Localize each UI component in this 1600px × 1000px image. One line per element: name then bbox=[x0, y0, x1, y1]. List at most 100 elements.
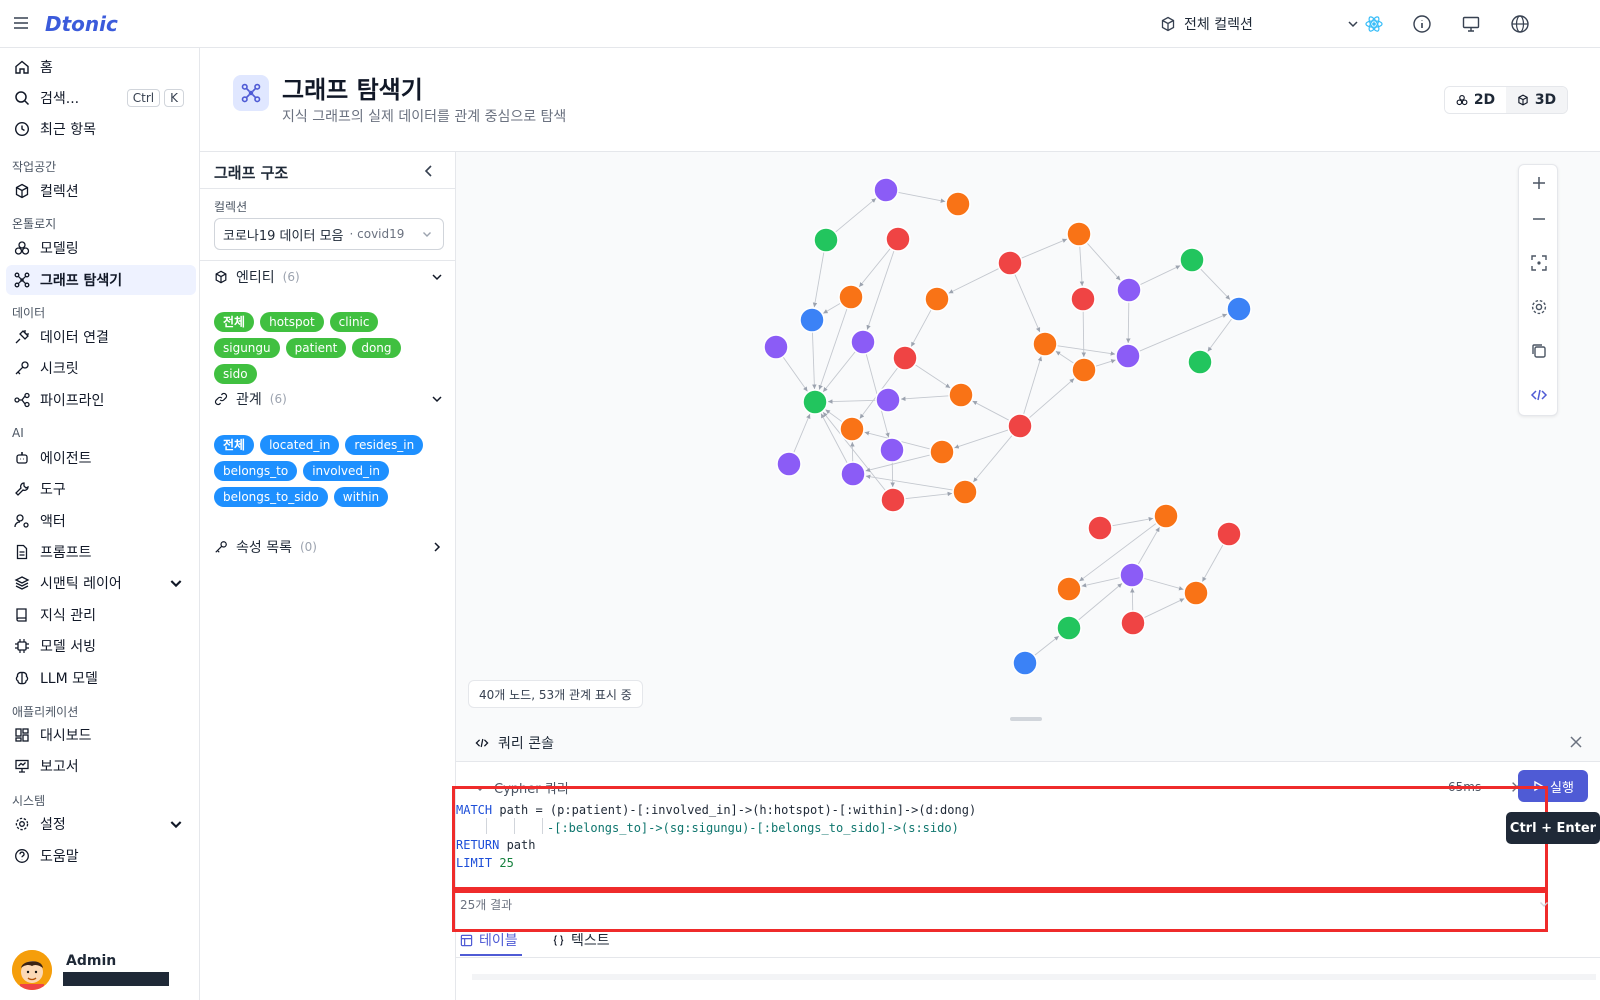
graph-node[interactable] bbox=[839, 416, 865, 442]
graph-node[interactable] bbox=[813, 227, 839, 253]
globe-icon[interactable] bbox=[1510, 14, 1530, 34]
sidebar-item-data-connection[interactable]: 데이터 연결 bbox=[6, 322, 196, 352]
sidebar-item-search[interactable]: 검색... Ctrl K bbox=[6, 83, 196, 113]
graph-edge[interactable] bbox=[910, 309, 932, 347]
graph-edge[interactable] bbox=[972, 400, 1010, 421]
graph-edge[interactable] bbox=[1126, 301, 1131, 344]
sidebar-item-home[interactable]: 홈 bbox=[6, 52, 196, 82]
collection-dropdown[interactable]: 코로나19 데이터 모음 · covid19 bbox=[214, 218, 444, 250]
sidebar-item-graph-explorer[interactable]: 그래프 탐색기 bbox=[6, 265, 196, 295]
relation-chip-involved-in[interactable]: involved_in bbox=[303, 461, 389, 481]
sidebar-item-tool[interactable]: 도구 bbox=[6, 474, 196, 504]
graph-edge[interactable] bbox=[1055, 350, 1075, 364]
graph-node[interactable] bbox=[1012, 650, 1038, 676]
relation-chip-resides-in[interactable]: resides_in bbox=[345, 435, 424, 455]
menu-icon[interactable] bbox=[12, 14, 30, 32]
graph-node[interactable] bbox=[1007, 413, 1033, 439]
graph-node[interactable] bbox=[1066, 221, 1092, 247]
tab-table[interactable]: 테이블 bbox=[460, 930, 518, 950]
graph-node[interactable] bbox=[948, 382, 974, 408]
sidebar-item-llm-model[interactable]: LLM 모델 bbox=[6, 663, 196, 693]
sidebar-item-knowledge[interactable]: 지식 관리 bbox=[6, 600, 196, 630]
graph-node[interactable] bbox=[1179, 247, 1205, 273]
graph-edge[interactable] bbox=[904, 491, 953, 500]
graph-edge[interactable] bbox=[972, 434, 1013, 483]
graph-edge[interactable] bbox=[1111, 516, 1154, 527]
graph-edge[interactable] bbox=[897, 191, 946, 203]
entity-chip-sigungu[interactable]: sigungu bbox=[214, 338, 280, 358]
graph-edge[interactable] bbox=[948, 267, 1000, 294]
sidebar-item-settings[interactable]: 설정 bbox=[6, 809, 196, 839]
gear-icon[interactable] bbox=[1529, 297, 1549, 317]
graph-node[interactable] bbox=[1071, 357, 1097, 383]
graph-node[interactable] bbox=[952, 479, 978, 505]
graph-node[interactable] bbox=[1087, 515, 1113, 541]
graph-node[interactable] bbox=[1187, 349, 1213, 375]
graph-edge[interactable] bbox=[1137, 527, 1160, 565]
properties-section-header[interactable]: 속성 목록 (0) bbox=[214, 536, 444, 558]
graph-node[interactable] bbox=[1120, 610, 1146, 636]
zoom-in-icon[interactable] bbox=[1529, 173, 1549, 193]
graph-node[interactable] bbox=[873, 177, 899, 203]
graph-edge[interactable] bbox=[1014, 273, 1041, 333]
graph-node[interactable] bbox=[763, 334, 789, 360]
graph-node[interactable] bbox=[1119, 562, 1145, 588]
sidebar-item-dashboard[interactable]: 대시보드 bbox=[6, 720, 196, 750]
graph-edge[interactable] bbox=[822, 351, 856, 393]
relation-chip-belongs-to-sido[interactable]: belongs_to_sido bbox=[214, 487, 328, 507]
graph-canvas[interactable]: 40개 노드, 53개 관계 표시 중 bbox=[456, 152, 1600, 722]
sidebar-item-recent[interactable]: 최근 항목 bbox=[6, 114, 196, 144]
view-3d-button[interactable]: 3D bbox=[1506, 87, 1567, 113]
close-icon[interactable] bbox=[1568, 734, 1584, 750]
relation-chip-located-in[interactable]: located_in bbox=[260, 435, 340, 455]
graph-edge[interactable] bbox=[858, 248, 891, 288]
graph-edge[interactable] bbox=[812, 251, 825, 308]
graph-edge[interactable] bbox=[914, 364, 951, 389]
graph-edge[interactable] bbox=[1138, 313, 1228, 352]
sidebar-item-secret[interactable]: 시크릿 bbox=[6, 353, 196, 383]
sidebar-item-prompt[interactable]: 프롬프트 bbox=[6, 537, 196, 567]
graph-edge[interactable] bbox=[890, 461, 895, 488]
graph-node[interactable] bbox=[892, 345, 918, 371]
graph-edge[interactable] bbox=[1079, 245, 1085, 287]
graph-edge[interactable] bbox=[793, 413, 811, 454]
graph-edge[interactable] bbox=[825, 409, 843, 423]
graph-node[interactable] bbox=[885, 226, 911, 252]
graph-node[interactable] bbox=[1056, 576, 1082, 602]
graph-edge[interactable] bbox=[834, 197, 877, 233]
chevron-down-icon[interactable] bbox=[1538, 898, 1550, 910]
relation-chip-within[interactable]: within bbox=[333, 487, 389, 507]
graph-edge[interactable] bbox=[822, 302, 841, 314]
graph-edge[interactable] bbox=[1139, 265, 1181, 286]
code-icon[interactable] bbox=[1529, 385, 1549, 405]
collection-selector[interactable]: 전체 컬렉션 bbox=[1160, 12, 1360, 36]
graph-node[interactable] bbox=[802, 389, 828, 415]
sidebar-item-report[interactable]: 보고서 bbox=[6, 751, 196, 781]
relation-chip-belongs-to[interactable]: belongs_to bbox=[214, 461, 298, 481]
graph-svg[interactable] bbox=[456, 152, 1600, 722]
graph-edge[interactable] bbox=[1081, 310, 1087, 358]
graph-node[interactable] bbox=[1032, 331, 1058, 357]
entity-chip-patient[interactable]: patient bbox=[285, 338, 347, 358]
graph-edge[interactable] bbox=[954, 429, 1009, 449]
graph-node[interactable] bbox=[997, 250, 1023, 276]
copy-icon[interactable] bbox=[1529, 341, 1549, 361]
graph-node[interactable] bbox=[1116, 277, 1142, 303]
graph-edge[interactable] bbox=[811, 331, 817, 390]
relation-chip-all[interactable]: 전체 bbox=[214, 435, 255, 455]
graph-node[interactable] bbox=[799, 307, 825, 333]
graph-node[interactable] bbox=[880, 487, 906, 513]
graph-node[interactable] bbox=[1056, 615, 1082, 641]
user-profile[interactable]: Admin bbox=[12, 950, 192, 990]
entity-chip-sido[interactable]: sido bbox=[214, 364, 257, 384]
info-icon[interactable] bbox=[1412, 14, 1432, 34]
graph-node[interactable] bbox=[945, 191, 971, 217]
monitor-icon[interactable] bbox=[1461, 14, 1481, 34]
graph-node[interactable] bbox=[879, 437, 905, 463]
view-2d-button[interactable]: 2D bbox=[1445, 87, 1506, 113]
graph-edge[interactable] bbox=[1201, 544, 1224, 582]
graph-edge[interactable] bbox=[1023, 356, 1043, 415]
sidebar-item-modeling[interactable]: 모델링 bbox=[6, 233, 196, 263]
graph-node[interactable] bbox=[929, 439, 955, 465]
graph-edge[interactable] bbox=[1207, 318, 1233, 352]
